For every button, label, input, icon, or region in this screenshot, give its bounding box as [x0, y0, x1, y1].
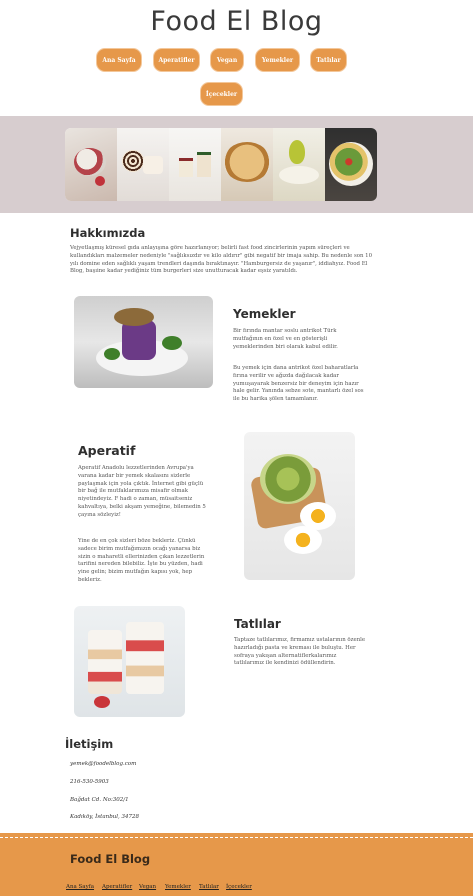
- yemekler-text-2: Bu yemek için dana antrikot özel baharat…: [233, 365, 364, 403]
- photo-gallery: [65, 128, 377, 201]
- about-text: Vejyetlaşmış küresel gıda anlayışına gör…: [70, 245, 373, 275]
- footer-link-yemekler[interactable]: Yemekler: [165, 884, 191, 890]
- contact-heading: İletişim: [65, 737, 114, 751]
- site-title: Food El Blog: [150, 6, 323, 37]
- nav-button-vegan[interactable]: Vegan: [210, 48, 244, 72]
- fruit-bowl-photo: [65, 128, 117, 201]
- pear-dessert-photo: [273, 128, 325, 201]
- nav-button-ana-sayfa[interactable]: Ana Sayfa: [96, 48, 142, 72]
- footer-link-ana-sayfa[interactable]: Ana Sayfa: [66, 884, 94, 890]
- nav-button-aperatifler[interactable]: Aperatifler: [153, 48, 200, 72]
- contact-email[interactable]: yemek@foodelblog.com: [70, 761, 136, 767]
- nav-button-yemekler[interactable]: Yemekler: [255, 48, 300, 72]
- contact-address-line-2: Kadıköy, İstanbul, 34728: [70, 814, 140, 820]
- tatlilar-text: Taptaze tatlılarımız, firmamız ustaların…: [234, 637, 366, 667]
- tatlilar-heading: Tatlılar: [234, 617, 281, 631]
- footer-link-vegan[interactable]: Vegan: [139, 884, 156, 890]
- footer-link-icecekler[interactable]: İçecekler: [226, 884, 252, 890]
- nav-button-icecekler[interactable]: İçecekler: [200, 82, 243, 106]
- aperatif-heading: Aperatif: [78, 443, 136, 458]
- parfait-photo: [74, 606, 185, 717]
- mushroom-dish-photo: [74, 296, 213, 388]
- pie-photo: [221, 128, 273, 201]
- footer-dashed-edge: [0, 833, 473, 838]
- footer-title: Food El Blog: [70, 852, 151, 866]
- yemekler-heading: Yemekler: [233, 307, 296, 321]
- footer-link-tatlilar[interactable]: Tatlılar: [199, 884, 219, 890]
- about-heading: Hakkımızda: [70, 226, 146, 240]
- swiss-roll-photo: [117, 128, 169, 201]
- cake-slices-photo: [169, 128, 221, 201]
- contact-address-line-1: Bağdat Cd. No:302/1: [70, 797, 129, 803]
- footer-link-aperatifler[interactable]: Aperatifler: [102, 884, 132, 890]
- aperatif-text-2: Yine de en çok sizleri böze bekleriz. Çü…: [78, 538, 205, 583]
- contact-phone: 216-530-5903: [70, 779, 109, 785]
- avocado-toast-photo: [244, 432, 355, 580]
- yemekler-text-1: Bir fırında mantar soslu antrikot Türk m…: [233, 328, 338, 350]
- aperatif-text-1: Aperatif Anadolu lezzetlerinden Avrupa'y…: [78, 465, 206, 518]
- salad-bowl-photo: [325, 128, 377, 201]
- nav-button-tatlilar[interactable]: Tatlılar: [310, 48, 347, 72]
